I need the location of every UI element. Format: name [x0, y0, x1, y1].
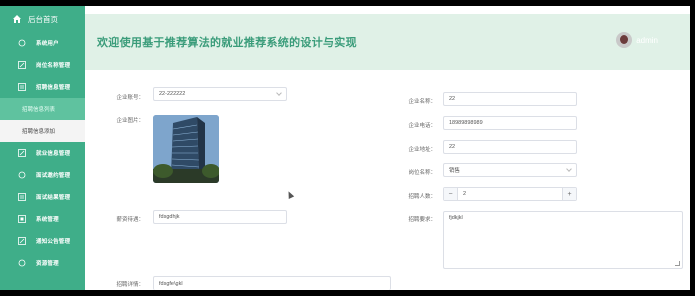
sidebar-item-resources[interactable]: 资源管理 — [0, 252, 85, 274]
details-value: fdsgfe\gkl — [159, 280, 183, 287]
requirements-value: fjdkjkl — [449, 215, 463, 221]
sidebar-item-label: 通知公告管理 — [36, 239, 71, 245]
position-label: 岗位名称： — [408, 170, 436, 176]
increment-button[interactable]: + — [562, 188, 576, 200]
company-address-input[interactable]: 22 — [443, 140, 577, 154]
sidebar-item-label: 资源管理 — [36, 261, 59, 267]
salary-input[interactable]: fdsgdhjk — [153, 210, 287, 224]
company-account-label: 企业账号： — [116, 95, 144, 101]
sidebar-item-interview-result[interactable]: 面试结果管理 — [0, 186, 85, 208]
header: 欢迎使用基于推荐算法的就业推荐系统的设计与实现 admin — [85, 14, 690, 70]
home-label: 后台首页 — [28, 14, 58, 24]
sidebar-item-system[interactable]: 系统管理 — [0, 208, 85, 230]
company-phone-value: 18989898989 — [449, 120, 483, 126]
resize-handle-icon[interactable] — [675, 261, 680, 266]
chat-icon — [18, 171, 26, 179]
user-menu[interactable]: admin — [616, 32, 658, 48]
sidebar-item-recruitment[interactable]: 招聘信息管理 — [0, 76, 85, 98]
chevron-down-icon — [566, 166, 572, 172]
sidebar: 后台首页 系统用户 岗位名称管理 招聘信息管理 招聘信息列表 招聘信息添加 就业… — [0, 6, 85, 290]
sidebar-item-label: 招聘信息管理 — [36, 85, 71, 91]
mouse-cursor-icon — [285, 190, 295, 199]
company-address-label: 企业地址： — [408, 147, 436, 153]
company-name-value: 22 — [449, 96, 456, 102]
list-icon — [18, 193, 26, 201]
salary-label: 薪资待遇： — [116, 217, 144, 223]
sidebar-item-label: 系统用户 — [36, 41, 59, 47]
username: admin — [636, 35, 658, 45]
requirements-textarea[interactable]: fjdkjkl — [443, 211, 683, 269]
sidebar-item-label: 招聘信息添加 — [22, 129, 56, 135]
headcount-value: 2 — [463, 191, 467, 197]
position-select[interactable]: 销售 — [443, 163, 577, 177]
company-image[interactable] — [153, 115, 219, 183]
company-image-label: 企业图片： — [116, 118, 144, 124]
sidebar-item-interview-invite[interactable]: 面试邀约管理 — [0, 164, 85, 186]
home-icon — [13, 15, 21, 23]
company-account-value: 22-222222 — [159, 91, 186, 97]
sidebar-item-label: 岗位名称管理 — [36, 63, 71, 69]
building-image — [153, 115, 219, 183]
avatar — [616, 32, 633, 48]
edit-icon — [18, 237, 26, 245]
sidebar-home[interactable]: 后台首页 — [0, 6, 85, 32]
company-name-label: 企业名称： — [408, 99, 436, 105]
sidebar-subitem-recruitment-list[interactable]: 招聘信息列表 — [0, 98, 85, 120]
sidebar-item-label: 面试邀约管理 — [36, 173, 71, 179]
company-name-input[interactable]: 22 — [443, 92, 577, 106]
user-icon — [18, 39, 26, 47]
settings-icon — [18, 215, 26, 223]
page-title: 欢迎使用基于推荐算法的就业推荐系统的设计与实现 — [97, 37, 357, 49]
details-label: 招聘详情： — [116, 282, 144, 288]
requirements-label: 招聘要求： — [408, 217, 436, 223]
headcount-stepper[interactable]: − 2 + — [443, 187, 577, 201]
edit-icon — [18, 61, 26, 69]
sidebar-item-users[interactable]: 系统用户 — [0, 32, 85, 54]
company-address-value: 22 — [449, 144, 456, 150]
chat-icon — [18, 259, 26, 267]
salary-value: fdsgdhjk — [159, 214, 180, 220]
sidebar-item-label: 面试结果管理 — [36, 195, 71, 201]
decrement-button[interactable]: − — [444, 188, 458, 200]
sidebar-item-notices[interactable]: 通知公告管理 — [0, 230, 85, 252]
sidebar-item-label: 系统管理 — [36, 217, 59, 223]
list-icon — [18, 83, 26, 91]
company-phone-label: 企业电话： — [408, 123, 436, 129]
sidebar-item-label: 就业信息管理 — [36, 151, 71, 157]
position-value: 销售 — [449, 168, 461, 174]
details-input[interactable]: fdsgfe\gkl — [153, 276, 391, 290]
sidebar-subitem-recruitment-add[interactable]: 招聘信息添加 — [0, 120, 85, 142]
headcount-label: 招聘人数： — [408, 194, 436, 200]
sidebar-item-employment[interactable]: 就业信息管理 — [0, 142, 85, 164]
sidebar-item-positions[interactable]: 岗位名称管理 — [0, 54, 85, 76]
chevron-down-icon — [276, 90, 282, 96]
company-account-select[interactable]: 22-222222 — [153, 87, 287, 101]
company-phone-input[interactable]: 18989898989 — [443, 116, 577, 130]
sidebar-item-label: 招聘信息列表 — [22, 107, 56, 113]
edit-icon — [18, 149, 26, 157]
app-window: 后台首页 系统用户 岗位名称管理 招聘信息管理 招聘信息列表 招聘信息添加 就业… — [0, 6, 690, 290]
